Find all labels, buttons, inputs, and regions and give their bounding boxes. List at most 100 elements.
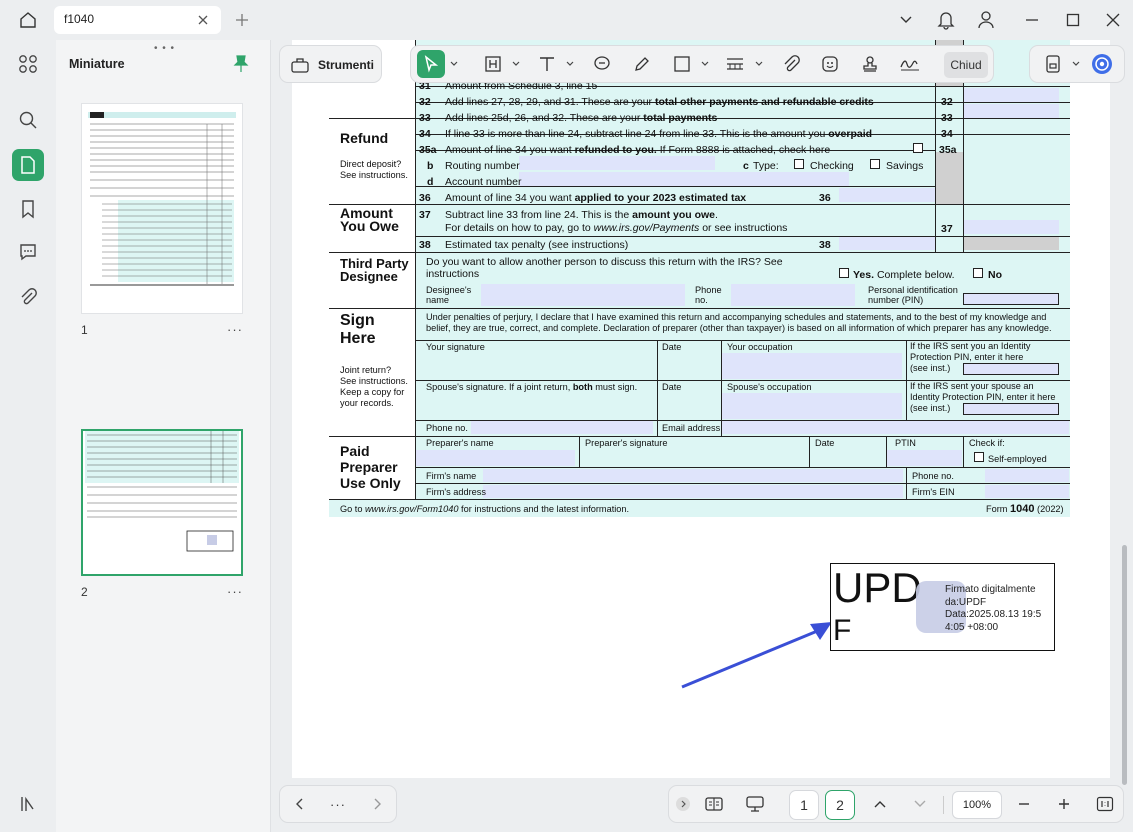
text-tool-icon[interactable] — [533, 50, 561, 78]
firm-ein-field[interactable] — [985, 485, 1069, 498]
designee-phone-field[interactable] — [731, 284, 855, 306]
zoom-out-icon[interactable] — [1010, 790, 1038, 818]
save-icon[interactable] — [1039, 50, 1067, 78]
sticker-icon[interactable] — [816, 50, 844, 78]
shape-dropdown-icon[interactable] — [701, 61, 709, 67]
close-tab-icon[interactable] — [193, 10, 213, 30]
pencil-tool-icon[interactable] — [628, 50, 656, 78]
line-34-number: 34 — [419, 128, 431, 140]
attachment-icon[interactable] — [12, 281, 44, 313]
spouse-occupation-field[interactable] — [722, 393, 902, 419]
third-party-heading-2: Designee — [340, 269, 398, 284]
presentation-icon[interactable] — [741, 790, 769, 818]
highlight-dropdown-icon[interactable] — [512, 61, 520, 67]
page-layout-icon[interactable] — [700, 790, 728, 818]
ai-assistant-icon[interactable] — [1088, 50, 1116, 78]
user-icon[interactable] — [974, 8, 998, 32]
page-down-icon[interactable] — [906, 790, 934, 818]
next-page-icon[interactable] — [364, 790, 392, 818]
page-up-icon[interactable] — [866, 790, 894, 818]
signature-tool-icon[interactable] — [896, 50, 924, 78]
shape-tool-icon[interactable] — [668, 50, 696, 78]
thumbnail-more-button-1[interactable]: ··· — [227, 322, 243, 337]
occupation-field[interactable] — [722, 353, 902, 379]
thumbnail-number-1: 1 — [81, 323, 88, 337]
right-toolbar — [1029, 45, 1125, 83]
designee-yes-checkbox[interactable] — [839, 268, 849, 278]
comment-icon[interactable] — [12, 236, 44, 268]
your-signature-label: Your signature — [426, 342, 485, 352]
designee-name-field[interactable] — [481, 284, 685, 306]
form-8888-checkbox[interactable] — [913, 143, 923, 153]
page-thumbnail-2[interactable] — [81, 371, 243, 576]
field-36-amount[interactable] — [839, 188, 935, 202]
spouse-pin-field[interactable] — [963, 403, 1059, 415]
designee-pin-field[interactable] — [963, 293, 1059, 305]
actual-size-icon[interactable] — [1091, 790, 1119, 818]
self-employed-checkbox[interactable] — [974, 452, 984, 462]
designee-no-checkbox[interactable] — [973, 268, 983, 278]
zoom-in-icon[interactable] — [1050, 790, 1078, 818]
maximize-icon[interactable] — [1061, 8, 1085, 32]
page-button-1[interactable]: 1 — [789, 790, 819, 820]
page-button-2[interactable]: 2 — [825, 790, 855, 820]
bell-icon[interactable] — [934, 8, 958, 32]
drag-handle[interactable]: • • • — [154, 43, 175, 54]
digital-signature-box[interactable]: UPD F Firmato digitalmente da:UPDF Data:… — [830, 563, 1055, 651]
thumbnails-page-icon[interactable] — [12, 149, 44, 181]
measure-dropdown-icon[interactable] — [755, 61, 763, 67]
minimize-icon[interactable] — [1020, 8, 1044, 32]
preparer-signature-label: Preparer's signature — [585, 438, 668, 448]
vertical-scrollbar[interactable] — [1122, 545, 1127, 785]
home-icon[interactable] — [16, 8, 40, 32]
more-options-button[interactable]: ··· — [324, 790, 352, 818]
checking-checkbox[interactable] — [794, 159, 804, 169]
email-field[interactable] — [721, 421, 1069, 434]
tools-button[interactable]: Strumenti — [279, 45, 382, 83]
page-thumbnail-1[interactable] — [81, 103, 243, 314]
field-38-amount[interactable] — [839, 236, 935, 250]
highlight-tool-icon[interactable] — [479, 50, 507, 78]
pin-icon[interactable] — [232, 54, 250, 74]
firm-address-field[interactable] — [483, 485, 903, 498]
line-35a-text: Amount of line 34 you want refunded to y… — [445, 144, 831, 156]
attach-file-icon[interactable] — [777, 50, 805, 78]
savings-checkbox[interactable] — [870, 159, 880, 169]
annotation-arrow[interactable] — [672, 600, 852, 700]
search-icon[interactable] — [12, 104, 44, 136]
stamp-icon[interactable] — [856, 50, 884, 78]
checking-label: Checking — [810, 160, 854, 172]
firm-phone-field[interactable] — [985, 469, 1069, 482]
previous-page-icon[interactable] — [285, 790, 313, 818]
firm-name-field[interactable] — [483, 469, 903, 482]
field-33-amount[interactable] — [963, 104, 1059, 118]
select-tool-icon[interactable] — [417, 50, 445, 78]
select-tool-dropdown-icon[interactable] — [450, 61, 458, 67]
save-dropdown-icon[interactable] — [1072, 61, 1080, 67]
self-employed-label: Self-employed — [988, 454, 1047, 464]
new-tab-icon[interactable] — [230, 8, 254, 32]
chevron-down-icon[interactable] — [894, 8, 918, 32]
phone-field[interactable] — [471, 421, 653, 434]
comment-tool-icon[interactable] — [588, 50, 616, 78]
collapse-icon[interactable] — [676, 797, 690, 811]
ip-pin-field[interactable] — [963, 363, 1059, 375]
apps-grid-icon[interactable] — [12, 48, 44, 80]
field-32-amount[interactable] — [963, 88, 1059, 102]
layers-icon[interactable] — [12, 788, 44, 820]
savings-label: Savings — [886, 160, 924, 172]
ptin-field[interactable] — [886, 450, 962, 466]
account-number-field[interactable] — [519, 172, 849, 186]
preparer-name-field[interactable] — [415, 450, 575, 466]
bookmark-icon[interactable] — [12, 193, 44, 225]
field-37-amount[interactable] — [963, 220, 1059, 234]
check-if-label: Check if: — [969, 438, 1005, 448]
close-window-icon[interactable] — [1101, 8, 1125, 32]
text-dropdown-icon[interactable] — [566, 61, 574, 67]
routing-number-field[interactable] — [519, 156, 715, 170]
zoom-level-field[interactable]: 100% — [952, 791, 1002, 819]
measure-tool-icon[interactable] — [721, 50, 749, 78]
thumbnail-more-button-2[interactable]: ··· — [227, 584, 243, 599]
close-toolbar-button[interactable]: Chiud — [944, 52, 988, 78]
document-tab[interactable]: f1040 — [54, 6, 221, 34]
